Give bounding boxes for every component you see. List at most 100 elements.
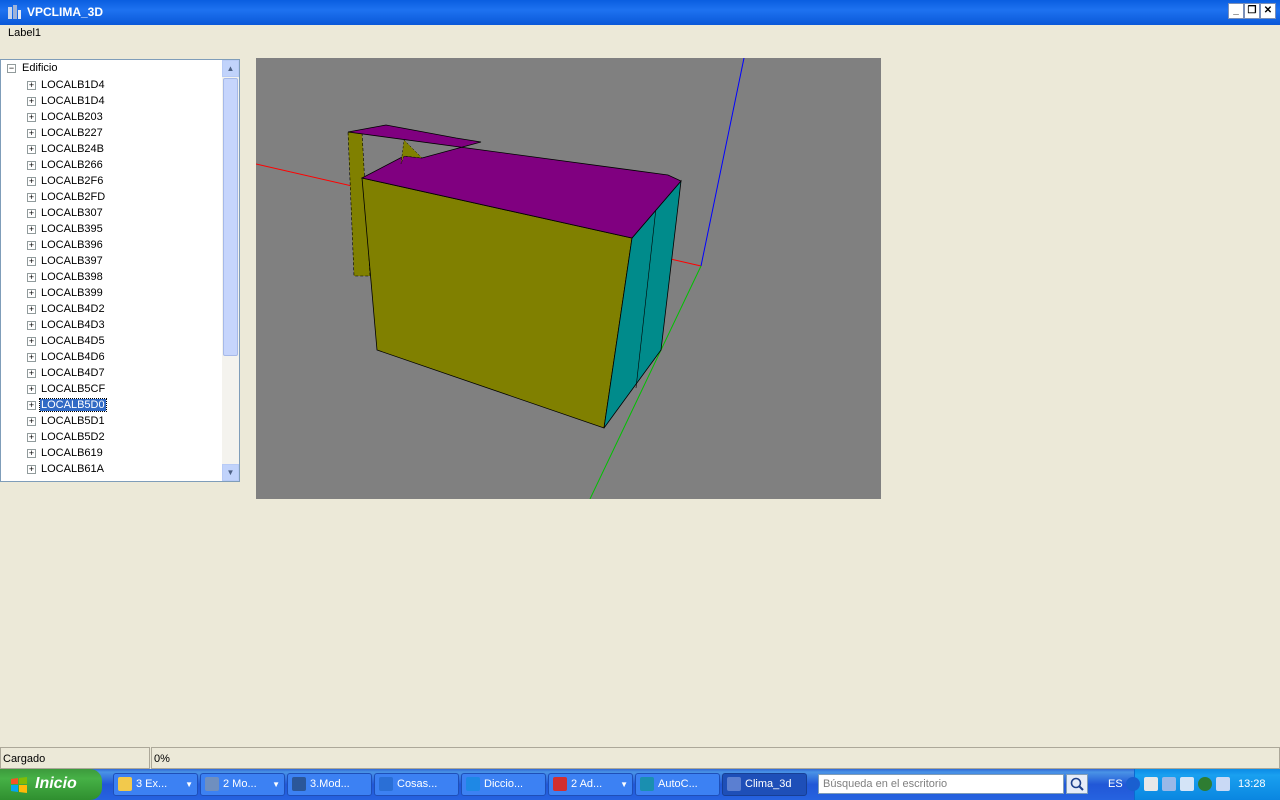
expand-icon[interactable]: + [27, 240, 36, 250]
window-title: VPCLIMA_3D [27, 5, 104, 19]
tree-item[interactable]: + LOCALB227 [27, 125, 106, 141]
expand-icon[interactable]: + [27, 144, 36, 154]
tree-item-label: LOCALB5D1 [41, 415, 105, 427]
tree-item[interactable]: + LOCALB2FD [27, 189, 106, 205]
tree-item-label: LOCALB4D3 [41, 319, 105, 331]
3d-viewport[interactable] [255, 57, 881, 500]
tree-item-label: LOCALB61A [41, 463, 104, 475]
taskbar-item[interactable]: 3.Mod... [287, 773, 372, 796]
tree-item[interactable]: + LOCALB619 [27, 445, 106, 461]
network-icon[interactable] [1162, 777, 1176, 791]
expand-icon[interactable]: + [27, 176, 36, 186]
tray-expand-icon[interactable] [1126, 777, 1140, 791]
tree-item[interactable]: + LOCALB4D6 [27, 349, 106, 365]
minimize-button[interactable]: _ [1228, 3, 1244, 19]
tree-item[interactable]: + LOCALB5CF [27, 381, 106, 397]
restore-button[interactable]: ❐ [1244, 3, 1260, 19]
tree-root[interactable]: − Edificio [7, 62, 57, 76]
expand-icon[interactable]: + [27, 400, 36, 410]
dropdown-arrow-icon: ▼ [620, 780, 628, 789]
expand-icon[interactable]: + [27, 352, 36, 362]
tree-item-label: LOCALB4D2 [41, 303, 105, 315]
app-icon [727, 777, 741, 791]
tree-item[interactable]: + LOCALB398 [27, 269, 106, 285]
app-icon [292, 777, 306, 791]
security-icon[interactable] [1198, 777, 1212, 791]
tree-item[interactable]: + LOCALB4D5 [27, 333, 106, 349]
taskbar-item[interactable]: 2 Ad... ▼ [548, 773, 633, 796]
expand-icon[interactable]: + [27, 448, 36, 458]
dropdown-arrow-icon: ▼ [185, 780, 193, 789]
tree-item-label: LOCALB619 [41, 447, 103, 459]
expand-icon[interactable]: + [27, 80, 36, 90]
scroll-thumb[interactable] [223, 78, 238, 356]
tree-item-label: LOCALB2F6 [41, 175, 104, 187]
expand-icon[interactable]: + [27, 368, 36, 378]
language-indicator[interactable]: ES [1108, 778, 1123, 790]
expand-icon[interactable]: + [27, 192, 36, 202]
tree-item[interactable]: + LOCALB1D4 [27, 77, 106, 93]
tree-item[interactable]: + LOCALB5D2 [27, 429, 106, 445]
app-icon [553, 777, 567, 791]
tree-item-label: LOCALB4D6 [41, 351, 105, 363]
tree-item[interactable]: + LOCALB307 [27, 205, 106, 221]
taskbar-item[interactable]: Diccio... [461, 773, 546, 796]
expand-icon[interactable]: + [27, 320, 36, 330]
close-button[interactable]: ✕ [1260, 3, 1276, 19]
tree-item-label: LOCALB4D7 [41, 367, 105, 379]
expand-icon[interactable]: + [27, 416, 36, 426]
expand-icon[interactable]: + [27, 336, 36, 346]
collapse-icon[interactable]: − [7, 63, 16, 73]
tree-item[interactable]: + LOCALB396 [27, 237, 106, 253]
search-button[interactable] [1066, 774, 1088, 794]
tree-item[interactable]: + LOCALB5D1 [27, 413, 106, 429]
tree-item[interactable]: + LOCALB266 [27, 157, 106, 173]
mail-icon[interactable] [1144, 777, 1158, 791]
taskbar-item[interactable]: 2 Mo... ▼ [200, 773, 285, 796]
wireless-icon[interactable] [1180, 777, 1194, 791]
tree-item[interactable]: + LOCALB397 [27, 253, 106, 269]
tree-item[interactable]: + LOCALB5D0 [27, 397, 107, 413]
taskbar-item[interactable]: AutoC... [635, 773, 720, 796]
tree-item-label: LOCALB24B [41, 143, 104, 155]
scroll-up-icon[interactable]: ▲ [222, 60, 239, 77]
expand-icon[interactable]: + [27, 128, 36, 138]
tree-item[interactable]: + LOCALB399 [27, 285, 106, 301]
expand-icon[interactable]: + [27, 272, 36, 282]
tree-item[interactable]: + LOCALB4D2 [27, 301, 106, 317]
expand-icon[interactable]: + [27, 304, 36, 314]
taskbar-item[interactable]: Cosas... [374, 773, 459, 796]
tree-item[interactable]: + LOCALB203 [27, 109, 106, 125]
taskbar-item[interactable]: Clima_3d [722, 773, 807, 796]
tree-scrollbar[interactable]: ▲ ▼ [222, 60, 239, 481]
scroll-down-icon[interactable]: ▼ [222, 464, 239, 481]
expand-icon[interactable]: + [27, 112, 36, 122]
building-tree[interactable]: − Edificio + LOCALB1D4 + LOCALB1D4 + LOCALB203… [0, 59, 240, 482]
expand-icon[interactable]: + [27, 96, 36, 106]
expand-icon[interactable]: + [27, 208, 36, 218]
tree-item[interactable]: + LOCALB395 [27, 221, 106, 237]
tree-item-label: LOCALB5D0 [39, 398, 107, 412]
expand-icon[interactable]: + [27, 160, 36, 170]
tree-item[interactable]: + LOCALB4D7 [27, 365, 106, 381]
tree-item-label: LOCALB5D2 [41, 431, 105, 443]
search-icon [1070, 777, 1084, 791]
progress-text: 0% [151, 747, 1280, 769]
tree-item[interactable]: + LOCALB1D4 [27, 93, 106, 109]
expand-icon[interactable]: + [27, 288, 36, 298]
tree-item[interactable]: + LOCALB2F6 [27, 173, 106, 189]
expand-icon[interactable]: + [27, 256, 36, 266]
expand-icon[interactable]: + [27, 464, 36, 474]
tree-item[interactable]: + LOCALB24B [27, 141, 106, 157]
expand-icon[interactable]: + [27, 432, 36, 442]
expand-icon[interactable]: + [27, 384, 36, 394]
expand-icon[interactable]: + [27, 224, 36, 234]
tree-item-label: LOCALB307 [41, 207, 103, 219]
taskbar-item[interactable]: 3 Ex... ▼ [113, 773, 198, 796]
tree-item[interactable]: + LOCALB61A [27, 461, 106, 477]
tree-item[interactable]: + LOCALB4D3 [27, 317, 106, 333]
monitor-icon[interactable] [1216, 777, 1230, 791]
taskbar: Inicio 3 Ex... ▼ 2 Mo... ▼ 3.Mod... Cosas... D… [0, 769, 1280, 800]
desktop-search-input[interactable]: Búsqueda en el escritorio [818, 774, 1064, 794]
start-button[interactable]: Inicio [0, 769, 102, 800]
